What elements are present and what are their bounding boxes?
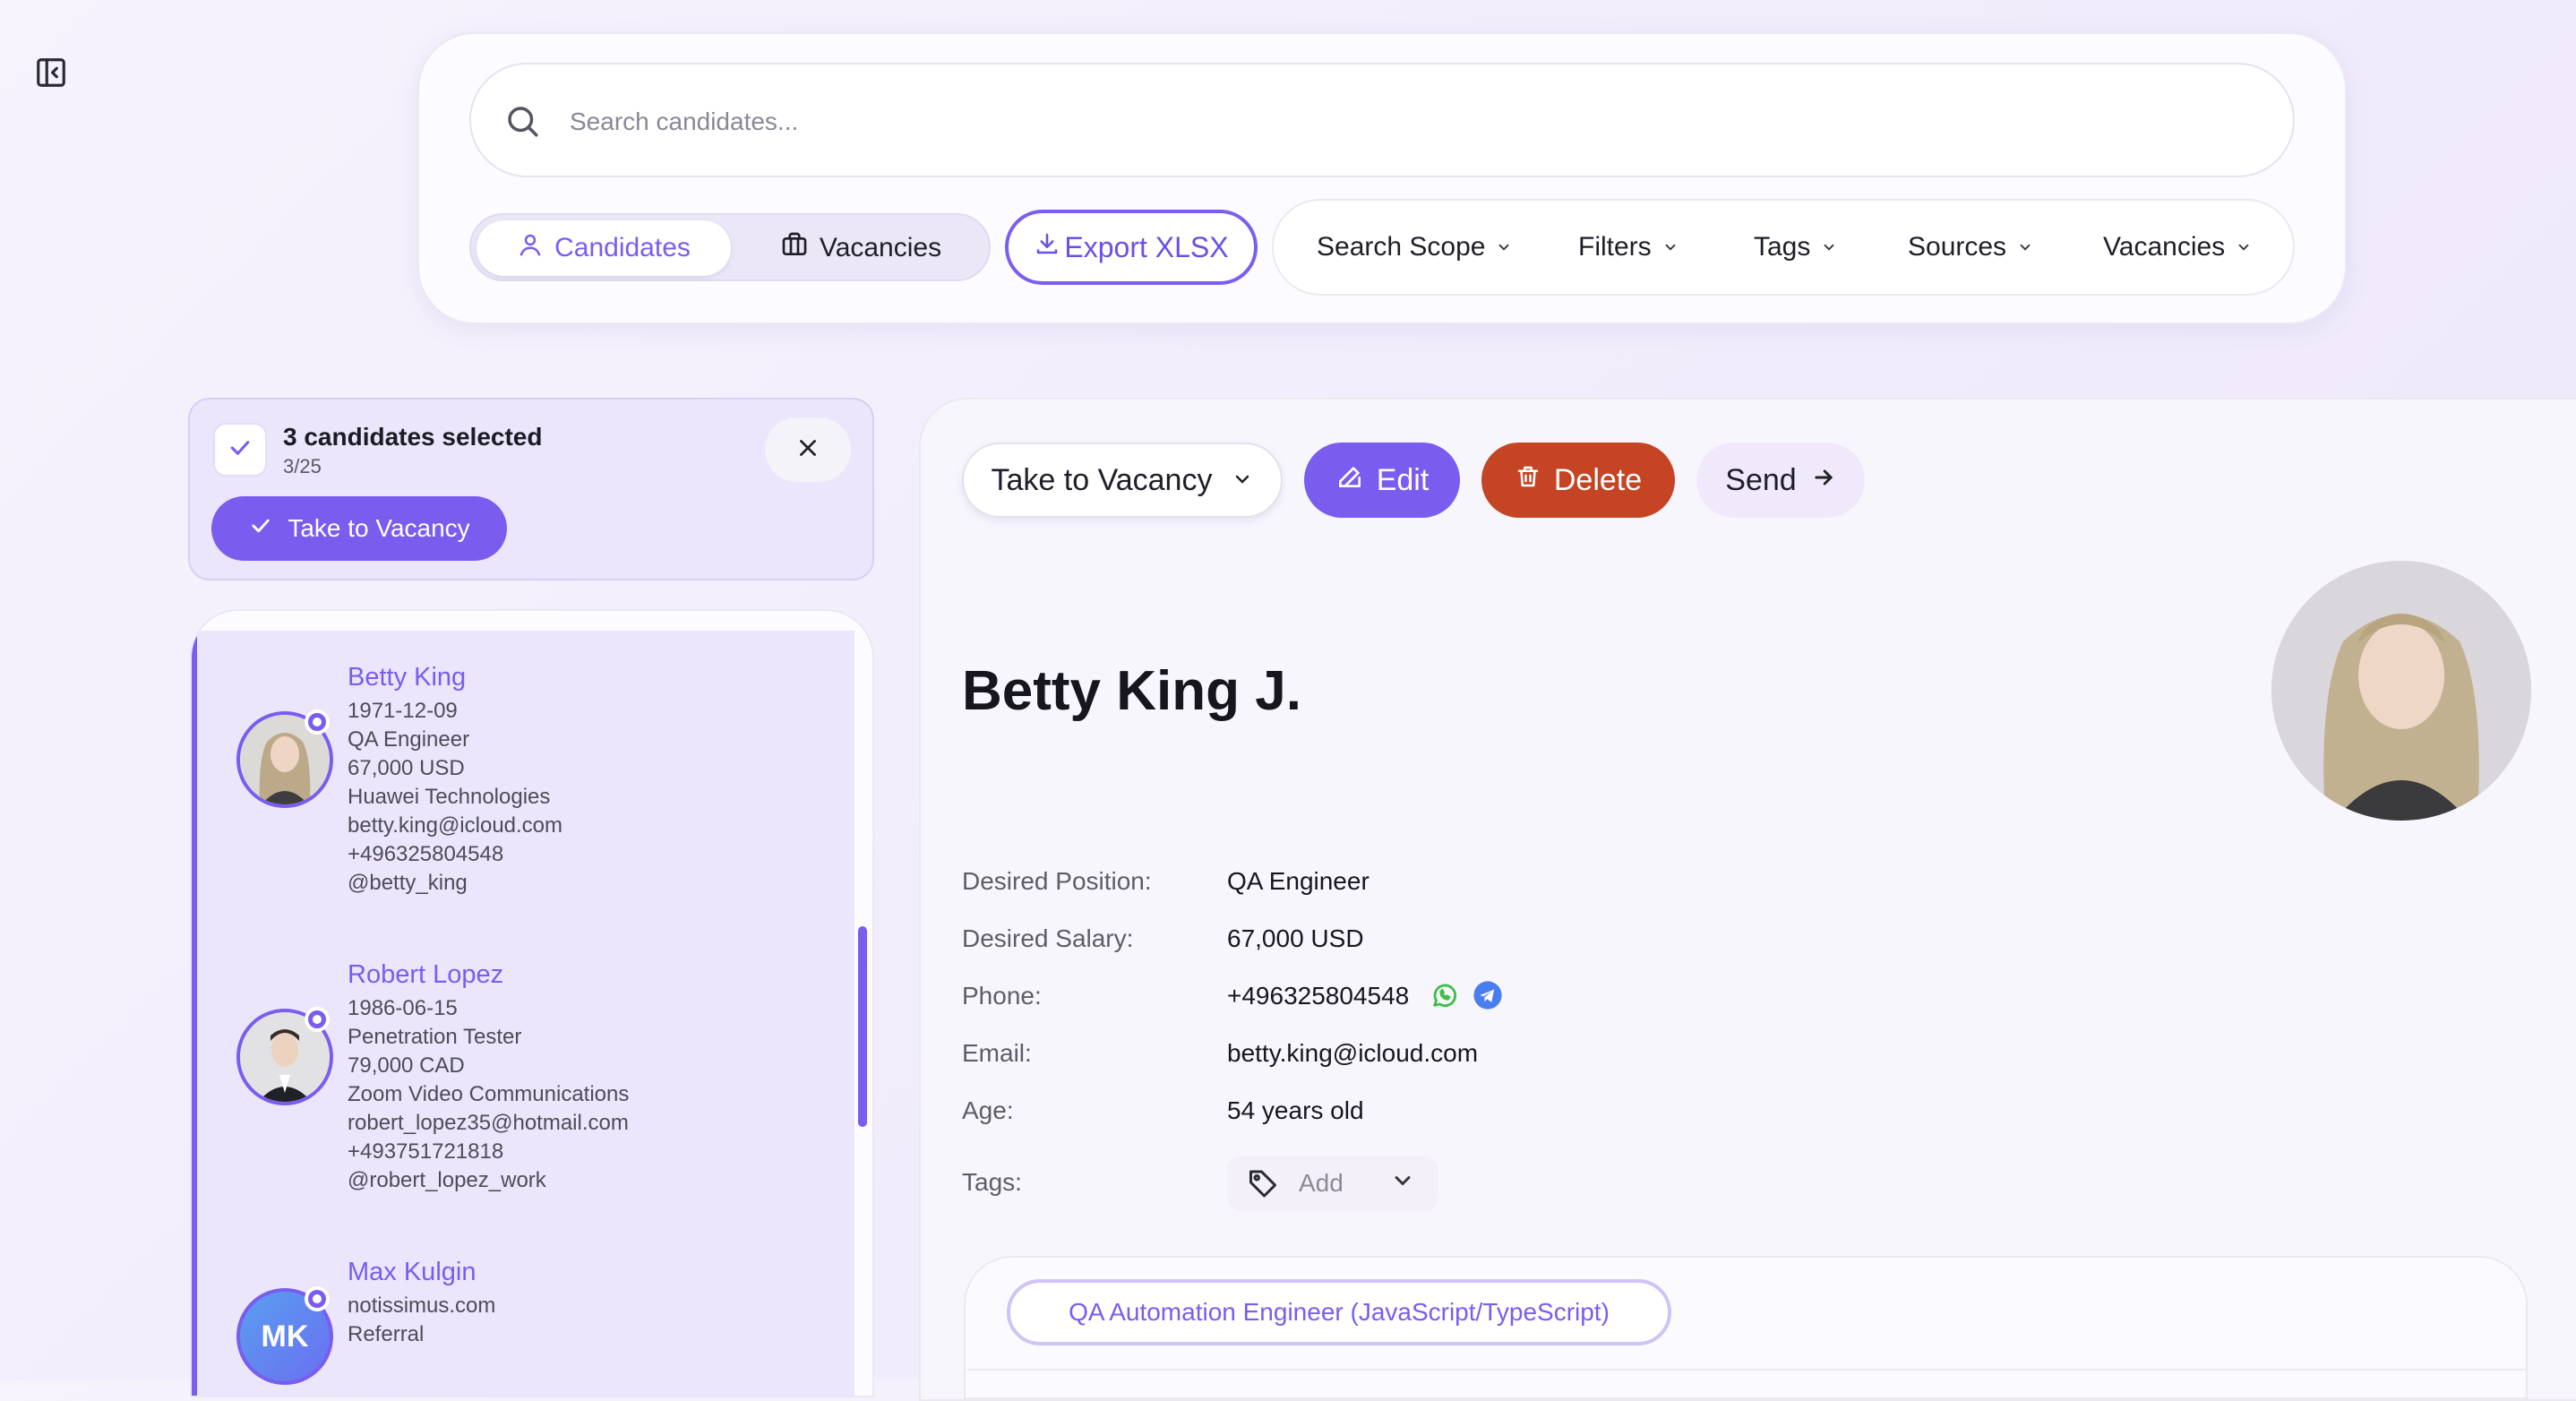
candidate-name[interactable]: Betty King (348, 663, 466, 692)
candidate-company: Huawei Technologies (348, 785, 551, 809)
chevron-down-icon (1662, 232, 1679, 262)
filter-search-scope-label: Search Scope (1317, 232, 1486, 262)
candidate-position: Penetration Tester (348, 1025, 522, 1049)
candidate-email: robert_lopez35@hotmail.com (348, 1111, 629, 1135)
filter-vacancies-label: Vacancies (2103, 232, 2226, 262)
tags-add-placeholder[interactable]: Add (1299, 1169, 1344, 1198)
close-icon (796, 436, 820, 464)
filter-tags[interactable]: Tags (1754, 201, 1837, 294)
candidate-photo (2271, 561, 2531, 821)
chevron-down-icon (2236, 232, 2252, 262)
filter-sources[interactable]: Sources (1908, 201, 2033, 294)
vacancy-chip[interactable]: QA Automation Engineer (JavaScript/TypeS… (1007, 1279, 1671, 1345)
candidate-salary: 79,000 CAD (348, 1053, 465, 1078)
send-label: Send (1725, 462, 1797, 497)
candidate-phone: +496325804548 (348, 842, 504, 866)
field-label-tags: Tags: (962, 1168, 1022, 1196)
sidebar-collapse-icon[interactable] (34, 56, 68, 90)
filter-filters-label: Filters (1578, 232, 1652, 262)
candidate-birthdate: 1986-06-15 (348, 996, 458, 1020)
filter-tags-label: Tags (1754, 232, 1811, 262)
trash-icon (1515, 463, 1541, 498)
field-value-age: 54 years old (1227, 1096, 1364, 1124)
field-label-phone: Phone: (962, 982, 1042, 1010)
briefcase-icon (780, 230, 809, 266)
filter-search-scope[interactable]: Search Scope (1317, 201, 1512, 294)
bulk-take-to-vacancy-button[interactable]: Take to Vacancy (211, 496, 507, 561)
export-xlsx-button[interactable]: Export XLSX (1005, 210, 1258, 285)
whatsapp-icon[interactable] (1430, 980, 1460, 1010)
search-input[interactable] (570, 93, 2254, 150)
delete-button[interactable]: Delete (1481, 443, 1675, 518)
download-icon (1034, 230, 1060, 264)
candidate-company: Zoom Video Communications (348, 1082, 630, 1106)
select-all-checkbox[interactable] (213, 423, 267, 477)
candidate-birthdate: 1971-12-09 (348, 699, 458, 723)
field-value-salary: 67,000 USD (1227, 924, 1364, 952)
view-switch: Candidates Vacancies (469, 213, 991, 281)
take-to-vacancy-dropdown[interactable]: Take to Vacancy (962, 443, 1283, 518)
field-label-salary: Desired Salary: (962, 924, 1134, 952)
selected-indicator (305, 1286, 330, 1311)
avatar-initials: MK (261, 1319, 309, 1354)
tab-candidates-label: Candidates (554, 233, 691, 262)
tab-vacancies[interactable]: Vacancies (736, 220, 985, 276)
candidate-email: betty.king@icloud.com (348, 813, 563, 838)
bulk-take-label: Take to Vacancy (288, 514, 470, 542)
chevron-down-icon (2017, 232, 2033, 262)
candidate-website: notissimus.com (348, 1294, 496, 1318)
candidate-list: Betty King 1971-12-09 QA Engineer 67,000… (190, 609, 874, 1397)
divider (967, 1369, 2526, 1371)
candidate-list-body: Betty King 1971-12-09 QA Engineer 67,000… (192, 631, 854, 1396)
tab-candidates[interactable]: Candidates (477, 220, 731, 276)
field-value-phone[interactable]: +496325804548 (1227, 982, 1409, 1010)
edit-button[interactable]: Edit (1304, 443, 1460, 518)
field-value-email[interactable]: betty.king@icloud.com (1227, 1039, 1478, 1068)
candidate-position: QA Engineer (348, 727, 470, 752)
user-icon (517, 231, 544, 265)
selected-indicator (305, 1007, 330, 1032)
filter-filters[interactable]: Filters (1578, 201, 1679, 294)
edit-icon (1335, 462, 1364, 499)
candidate-handle: @robert_lopez_work (348, 1168, 546, 1192)
take-to-vacancy-label: Take to Vacancy (991, 462, 1213, 497)
delete-label: Delete (1553, 462, 1643, 497)
field-label-age: Age: (962, 1096, 1014, 1124)
candidate-phone: +493751721818 (348, 1139, 504, 1164)
send-button[interactable]: Send (1696, 443, 1865, 518)
candidate-detail-panel (919, 398, 2576, 1401)
filters-bar: Search Scope Filters Tags Sources Vacanc… (1272, 199, 2295, 296)
candidate-name[interactable]: Max Kulgin (348, 1258, 476, 1287)
tag-icon (1247, 1166, 1279, 1199)
selection-title: 3 candidates selected (283, 423, 543, 451)
filter-vacancies[interactable]: Vacancies (2103, 201, 2252, 294)
candidate-salary: 67,000 USD (348, 756, 465, 780)
tab-vacancies-label: Vacancies (819, 233, 942, 262)
list-scrollbar[interactable] (858, 926, 867, 1127)
export-label: Export XLSX (1064, 230, 1229, 263)
edit-label: Edit (1376, 462, 1430, 497)
search-icon (503, 102, 541, 140)
selected-indicator (305, 709, 330, 735)
field-label-email: Email: (962, 1039, 1032, 1067)
candidate-full-name: Betty King J. (962, 660, 1301, 722)
filter-sources-label: Sources (1908, 232, 2007, 262)
chevron-down-icon (1496, 232, 1512, 262)
candidate-handle: @betty_king (348, 871, 468, 895)
chevron-down-icon (1232, 463, 1253, 498)
field-label-position: Desired Position: (962, 867, 1152, 895)
telegram-icon[interactable] (1473, 980, 1503, 1010)
candidate-name[interactable]: Robert Lopez (348, 960, 503, 990)
arrow-right-icon (1811, 463, 1836, 498)
candidate-source: Referral (348, 1322, 425, 1346)
clear-selection-button[interactable] (765, 417, 851, 482)
selection-count: 3/25 (283, 455, 322, 477)
check-icon (248, 513, 273, 545)
chevron-down-icon[interactable] (1390, 1168, 1415, 1193)
chevron-down-icon (1821, 232, 1837, 262)
check-icon (227, 434, 253, 466)
field-value-position: QA Engineer (1227, 867, 1370, 895)
